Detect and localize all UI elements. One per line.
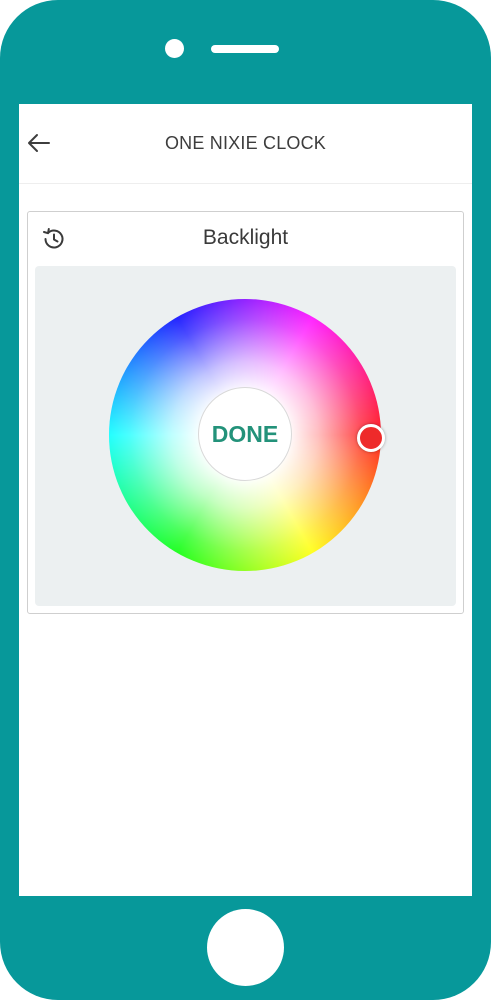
phone-speaker	[211, 45, 279, 53]
widget-title: Backlight	[202, 226, 289, 249]
page-title: ONE NIXIE CLOCK	[164, 133, 327, 153]
phone-home-button[interactable]	[207, 909, 284, 986]
color-picker-panel: DONE	[35, 266, 456, 606]
phone-frame: ONE NIXIE CLOCK Backlight DONE	[0, 0, 491, 1000]
done-button[interactable]: DONE	[198, 387, 292, 481]
color-picker-handle[interactable]	[357, 424, 385, 452]
backlight-widget: Backlight DONE	[27, 211, 464, 614]
app-header: ONE NIXIE CLOCK	[19, 104, 472, 184]
app-screen: ONE NIXIE CLOCK Backlight DONE	[19, 104, 472, 896]
phone-camera	[165, 39, 184, 58]
